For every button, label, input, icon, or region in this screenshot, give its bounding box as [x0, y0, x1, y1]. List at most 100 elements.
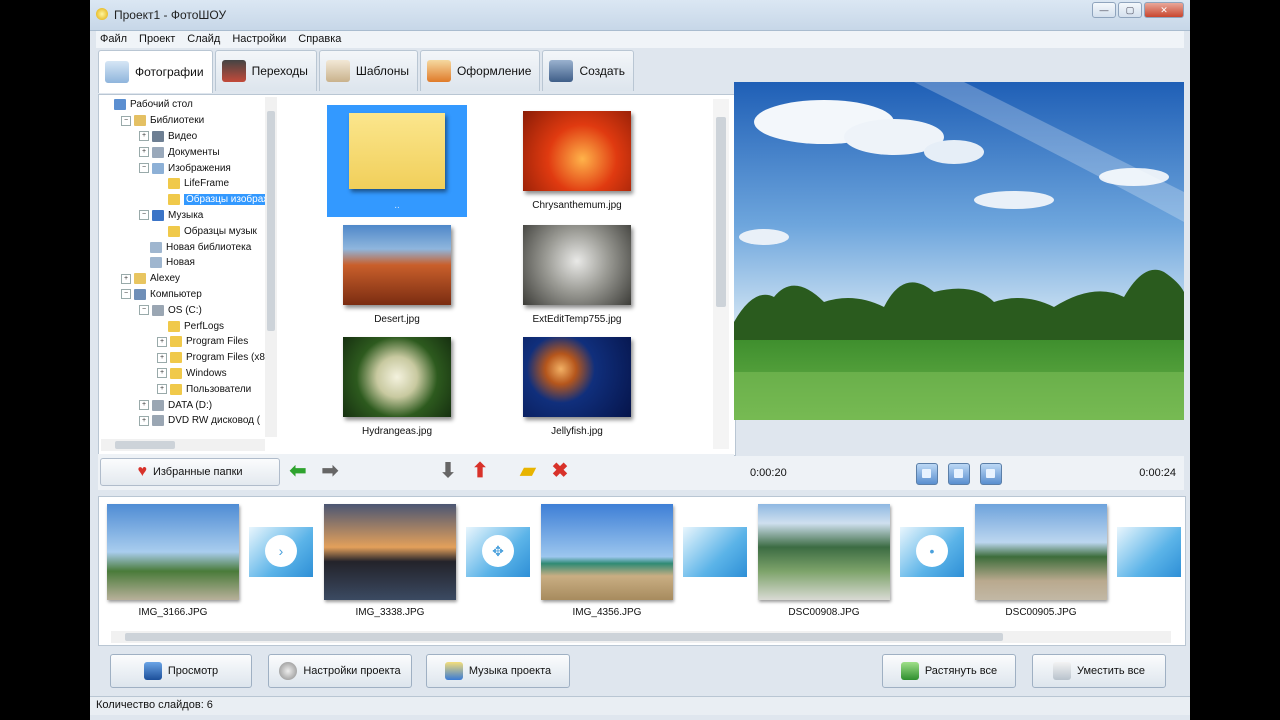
tree-item[interactable]: Рабочий стол — [101, 97, 277, 113]
tree-item[interactable]: Образцы изображ — [101, 192, 277, 208]
expander-icon[interactable]: + — [157, 336, 167, 347]
project-music-button[interactable]: Музыка проекта — [426, 654, 570, 688]
tree-item[interactable]: Образцы музык — [101, 223, 277, 239]
thumbnail[interactable]: Hydrangeas.jpg — [327, 331, 467, 443]
expander-icon[interactable]: − — [139, 163, 149, 174]
move-down-icon[interactable]: ⬇ — [436, 460, 460, 482]
expander-icon[interactable]: − — [139, 210, 149, 221]
thumbnail[interactable]: .. — [327, 105, 467, 217]
menu-file[interactable]: Файл — [100, 31, 127, 48]
menu-help[interactable]: Справка — [298, 31, 341, 48]
thumbnail[interactable]: Jellyfish.jpg — [507, 331, 647, 443]
thumbnail-image — [523, 111, 631, 191]
tree-item[interactable]: − Музыка — [101, 208, 277, 224]
tree-item[interactable]: + Видео — [101, 129, 277, 145]
tree-item[interactable]: PerfLogs — [101, 318, 277, 334]
scrollbar-thumb[interactable] — [716, 117, 726, 307]
slide-thumbnail[interactable] — [758, 504, 890, 600]
tree-horizontal-scrollbar[interactable] — [101, 439, 265, 451]
thumbnail[interactable]: Chrysanthemum.jpg — [507, 105, 647, 217]
tree-item[interactable]: + Alexey — [101, 271, 277, 287]
tab-templates[interactable]: Шаблоны — [318, 50, 418, 91]
grid-vertical-scrollbar[interactable] — [713, 99, 729, 449]
tree-item-label: Пользователи — [186, 383, 252, 395]
tab-photos[interactable]: Фотографии — [98, 50, 213, 93]
previous-button[interactable] — [916, 463, 938, 485]
expander-icon[interactable]: + — [157, 384, 167, 395]
expander-icon[interactable]: − — [121, 289, 131, 300]
stretch-all-button[interactable]: Растянуть все — [882, 654, 1016, 688]
expander-icon[interactable]: + — [157, 368, 167, 379]
thumbnail-caption: Jellyfish.jpg — [551, 426, 603, 437]
tree-item[interactable]: − Изображения — [101, 160, 277, 176]
tree-item[interactable]: − OS (C:) — [101, 302, 277, 318]
tree-item[interactable]: + Program Files — [101, 334, 277, 350]
transition-thumbnail[interactable]: ✥ — [466, 527, 530, 577]
transition-thumbnail[interactable] — [1117, 527, 1181, 577]
tab-transitions[interactable]: Переходы — [214, 50, 317, 91]
expander-icon[interactable]: + — [139, 131, 149, 142]
thumbnail[interactable]: ExtEditTemp755.jpg — [507, 219, 647, 331]
timeline-scrollbar[interactable] — [111, 631, 1171, 643]
fit-all-button[interactable]: Уместить все — [1032, 654, 1166, 688]
menu-slide[interactable]: Слайд — [187, 31, 220, 48]
tree-item[interactable]: Новая библиотека — [101, 239, 277, 255]
pause-button[interactable] — [948, 463, 970, 485]
transition-thumbnail[interactable]: • — [900, 527, 964, 577]
expander-icon[interactable]: + — [139, 147, 149, 158]
create-icon — [549, 60, 574, 82]
slide-thumbnail[interactable] — [541, 504, 673, 600]
button-label: Уместить все — [1076, 665, 1146, 677]
folder-icon — [152, 130, 164, 142]
tree-item[interactable]: + Program Files (x8 — [101, 350, 277, 366]
favorite-folders-button[interactable]: ♥ Избранные папки — [100, 458, 280, 486]
back-arrow-icon[interactable]: ⬅ — [286, 460, 310, 482]
menu-project[interactable]: Проект — [139, 31, 175, 48]
project-settings-button[interactable]: Настройки проекта — [268, 654, 412, 688]
tab-design[interactable]: Оформление — [419, 50, 541, 91]
folder-icon — [168, 225, 180, 237]
maximize-button[interactable]: ▢ — [1118, 2, 1142, 18]
thumbnail-caption: Desert.jpg — [374, 314, 420, 325]
expander-icon[interactable]: − — [121, 115, 131, 126]
slide-thumbnail[interactable] — [975, 504, 1107, 600]
tree-item[interactable]: + DVD RW дисковод ( — [101, 413, 277, 429]
move-up-icon[interactable]: ⬆ — [468, 460, 492, 482]
scrollbar-thumb[interactable] — [125, 633, 1003, 641]
forward-arrow-icon[interactable]: ➡ — [318, 460, 342, 482]
expander-icon[interactable]: + — [139, 400, 149, 411]
stop-button[interactable] — [980, 463, 1002, 485]
tree-item[interactable]: + Пользователи — [101, 381, 277, 397]
tree-item[interactable]: Новая — [101, 255, 277, 271]
expander-icon[interactable]: + — [157, 352, 167, 363]
tree-item-label: Program Files — [186, 336, 249, 348]
tree-item[interactable]: LifeFrame — [101, 176, 277, 192]
transition-thumbnail[interactable]: › — [249, 527, 313, 577]
tree-item[interactable]: − Библиотеки — [101, 113, 277, 129]
thumbnail[interactable]: Desert.jpg — [327, 219, 467, 331]
remove-from-project-icon[interactable]: ✖ — [548, 460, 572, 482]
tree-item[interactable]: + Документы — [101, 144, 277, 160]
slide-timeline: IMG_3166.JPG › IMG_3338.JPG ✥ IMG_4356.JPG DS… — [98, 496, 1186, 646]
transition-thumbnail[interactable] — [683, 527, 747, 577]
tree-item-label: DVD RW дисковод ( — [168, 415, 261, 427]
tree-item-label: Музыка — [168, 209, 204, 221]
expander-icon[interactable]: + — [121, 273, 131, 284]
tab-create[interactable]: Создать — [542, 50, 635, 91]
tree-vertical-scrollbar[interactable] — [265, 97, 277, 437]
scrollbar-thumb[interactable] — [115, 441, 175, 449]
scrollbar-thumb[interactable] — [267, 111, 275, 331]
expander-icon[interactable]: + — [139, 415, 149, 426]
preview-button[interactable]: Просмотр — [110, 654, 252, 688]
expander-icon[interactable]: − — [139, 305, 149, 316]
minimize-button[interactable]: — — [1092, 2, 1116, 18]
slide-thumbnail[interactable] — [324, 504, 456, 600]
tree-item[interactable]: + Windows — [101, 366, 277, 382]
slide-thumbnail[interactable] — [107, 504, 239, 600]
tree-item[interactable]: − Компьютер — [101, 287, 277, 303]
close-button[interactable]: ✕ — [1144, 2, 1184, 18]
add-to-project-icon[interactable]: ▰ — [516, 460, 540, 482]
tree-item[interactable]: + DATA (D:) — [101, 397, 277, 413]
menu-settings[interactable]: Настройки — [232, 31, 286, 48]
